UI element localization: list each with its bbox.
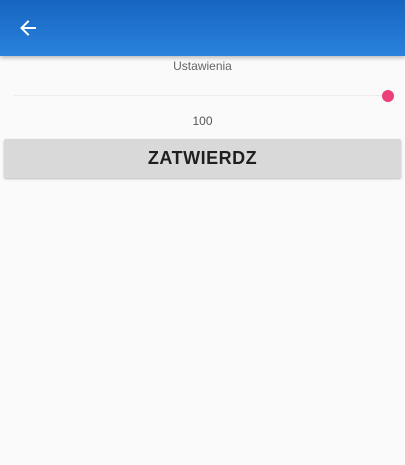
slider-track [14,95,388,96]
confirm-button[interactable]: ZATWIERDZ [4,139,401,178]
slider-value: 100 [192,114,213,128]
value-slider[interactable] [14,86,394,106]
app-screen: Ustawienia 100 ZATWIERDZ [0,0,405,465]
arrow-left-icon [20,20,36,36]
back-button[interactable] [10,10,46,46]
settings-label: Ustawienia [173,59,232,73]
toolbar [0,0,405,56]
slider-thumb[interactable] [382,90,394,102]
